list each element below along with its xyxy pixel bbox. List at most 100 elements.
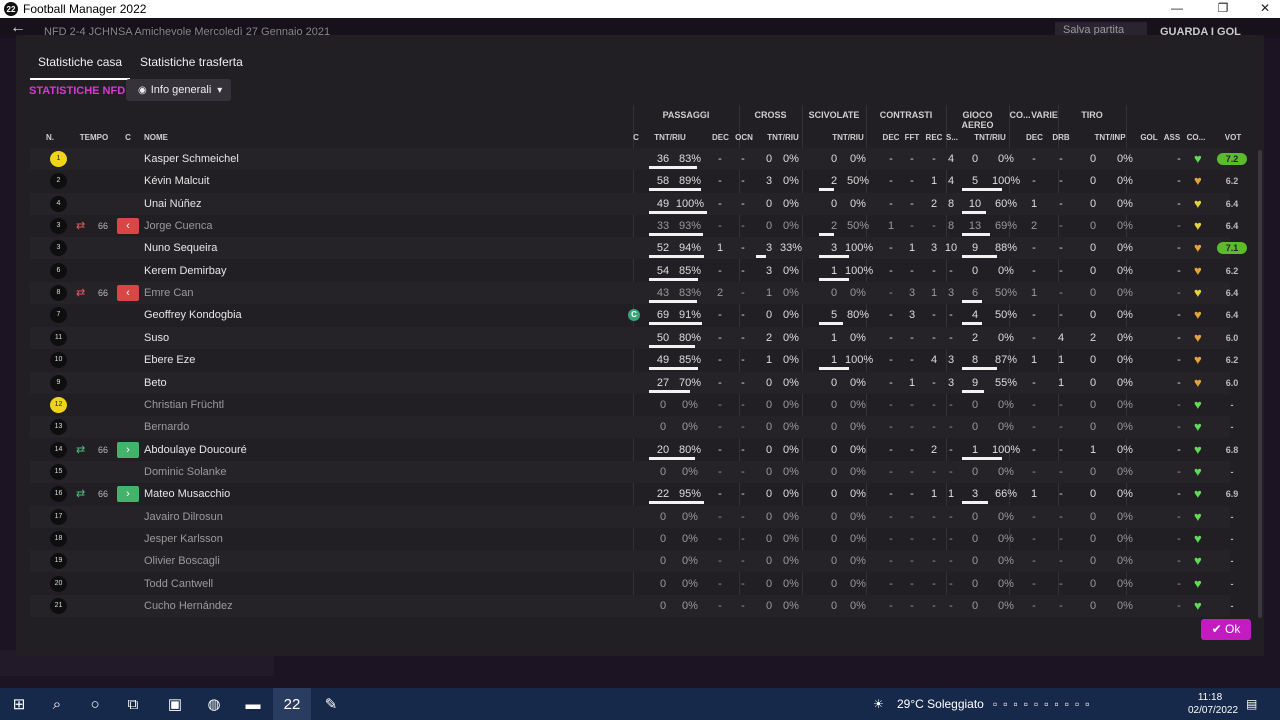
player-name[interactable]: Jorge Cuenca — [144, 215, 213, 237]
player-name[interactable]: Christian Früchtl — [144, 394, 224, 416]
section-title: STATISTICHE NFD — [29, 85, 126, 97]
player-row[interactable]: 3 Nuno Sequeira 52 94% 1 - 3 33% 3 100% - 1 3 10 9 88% -… — [30, 237, 1247, 260]
player-name[interactable]: Olivier Boscagli — [144, 550, 220, 572]
header-cross-att[interactable]: TNT/RIU — [755, 133, 811, 142]
player-name[interactable]: Cucho Hernández — [144, 595, 233, 617]
football-manager-taskbar-icon[interactable]: 22 — [273, 688, 311, 720]
player-row[interactable]: 7 Geoffrey Kondogbia C 69 91% - -0 0% 5 80% -3- -4 5… — [30, 304, 1238, 326]
header-contr-dec[interactable]: DEC — [880, 133, 902, 142]
player-name[interactable]: Jesper Karlsson — [144, 528, 223, 550]
player-name[interactable]: Ebere Eze — [144, 349, 195, 371]
file-explorer-icon[interactable]: ▬ — [234, 688, 272, 720]
header-dribbles[interactable]: DRB — [1050, 133, 1072, 142]
header-contr-s[interactable]: S... — [944, 133, 960, 142]
stat-ap: 50% — [994, 287, 1018, 300]
player-name[interactable]: Bernardo — [144, 416, 189, 438]
paint-icon[interactable]: ✎ — [312, 688, 350, 720]
player-row[interactable]: 12 Christian Früchtl 0 0% - -0 0% 0 0% - - - -0 0% - -0… — [30, 394, 1234, 416]
player-row[interactable]: 1 Kasper Schmeichel 36 83% - -0 0% 0 0% - - -4 0 0% - -… — [30, 148, 1247, 170]
stat-ct: 0 — [765, 555, 773, 568]
tray-icons[interactable]: ▫▫▫▫▫▫▫▫▫▫ — [993, 688, 1096, 720]
minimize-button[interactable]: — — [1162, 0, 1192, 18]
header-condition[interactable]: CO... — [1185, 133, 1207, 142]
stat-tp: 0% — [1117, 376, 1133, 389]
player-name[interactable]: Unai Núñez — [144, 193, 201, 215]
clock[interactable]: 11:18 02/07/2022 — [1188, 691, 1238, 717]
header-goals[interactable]: GOL — [1140, 133, 1158, 142]
header-contr-rec[interactable]: REC — [923, 133, 945, 142]
player-row[interactable]: 14 ⇄ 66 › Abdoulaye Doucouré 20 80% - -0 0% 0 0% - -2… — [30, 439, 1238, 461]
close-button[interactable]: ✕ — [1250, 0, 1280, 18]
header-number[interactable]: N. — [40, 133, 60, 142]
player-row[interactable]: 16 ⇄ 66 › Mateo Musacchio 22 95% - -0 0% 0 0% - -1 1 3 6… — [30, 483, 1238, 505]
player-name[interactable]: Todd Cantwell — [144, 573, 213, 595]
player-name[interactable]: Beto — [144, 372, 167, 394]
view-dropdown[interactable]: ◉ Info generali ▾ — [126, 79, 231, 101]
stat-at: 0 — [971, 465, 979, 478]
player-row[interactable]: 6 Kerem Demirbay 54 85% - -3 0% 1 100% - - - -0 0% - -0… — [30, 260, 1238, 282]
weather-sun-icon[interactable]: ☀ — [873, 688, 884, 720]
player-name[interactable]: Kasper Schmeichel — [144, 148, 239, 170]
header-c[interactable]: C — [120, 133, 136, 142]
player-row[interactable]: 17 Javairo Dilrosun 0 0% - -0 0% 0 0% - - - -0 0% - -0 0… — [30, 505, 1234, 528]
player-name[interactable]: Suso — [144, 327, 169, 349]
player-row[interactable]: 3 ⇄ 66 ‹ Jorge Cuenca 33 93% - -0 0% 2 50% 1- -8 13 69%… — [30, 215, 1238, 237]
player-row[interactable]: 19 Olivier Boscagli 0 0% - -0 0% 0 0% - - - -0 0% - -0 0… — [30, 550, 1234, 573]
maximize-button[interactable]: ❐ — [1208, 0, 1238, 18]
stat-tt: 0 — [1089, 197, 1097, 210]
task-view-icon[interactable]: ⧉ — [114, 688, 152, 720]
tab-away-stats[interactable]: Statistiche trasferta — [132, 55, 251, 80]
remote-desktop-icon[interactable]: ▣ — [156, 688, 194, 720]
player-row[interactable]: 2 Kévin Malcuit 58 89% - -3 0% 2 50% - -1 4 5 100% - -0… — [30, 170, 1238, 192]
header-contr-fft[interactable]: FFT — [902, 133, 922, 142]
header-time[interactable]: TEMPO — [74, 133, 114, 142]
player-name[interactable]: Geoffrey Kondogbia — [144, 304, 242, 326]
player-row[interactable]: 11 Suso 50 80% - -2 0% 1 0% - - - -2 0% -4 2 0% - ♥ 6.0 — [30, 326, 1238, 349]
stat-ocn: - — [741, 398, 745, 411]
header-shots[interactable]: TNT/INP — [1082, 133, 1138, 142]
header-pass-att[interactable]: TNT/RIU — [642, 133, 698, 142]
player-row[interactable]: 15 Dominic Solanke 0 0% - -0 0% 0 0% - - - -0 0% - -0 0%… — [30, 460, 1234, 483]
player-row[interactable]: 13 Bernardo 0 0% - -0 0% 0 0% - - - -0 0% - -0 0% - ♥ - — [30, 416, 1234, 439]
stat-sp: 0% — [850, 376, 866, 389]
stat-kd: - — [889, 510, 893, 523]
stat-ct: 3 — [765, 175, 773, 188]
weather-text[interactable]: 29°C Soleggiato — [897, 688, 984, 720]
player-name[interactable]: Kévin Malcuit — [144, 170, 209, 192]
header-pass-dec[interactable]: DEC — [712, 133, 729, 142]
header-assists[interactable]: ASS — [1162, 133, 1182, 142]
player-name[interactable]: Emre Can — [144, 282, 194, 304]
header-co-dec[interactable]: DEC — [1026, 133, 1043, 142]
player-row[interactable]: 20 Todd Cantwell 0 0% - -0 0% 0 0% - - - -0 0% - -0 0% - ♥… — [30, 573, 1234, 595]
header-captain[interactable]: C — [630, 133, 642, 142]
player-name[interactable]: Javairo Dilrosun — [144, 506, 223, 528]
header-pass-ocn[interactable]: OCN — [732, 133, 756, 142]
group-co: CO... — [1009, 110, 1031, 120]
player-name[interactable]: Nuno Sequeira — [144, 237, 217, 259]
header-name[interactable]: NOME — [144, 133, 168, 142]
stat-dec: - — [718, 153, 722, 165]
tab-home-stats[interactable]: Statistiche casa — [30, 55, 131, 80]
player-row[interactable]: 4 Unai Núñez 49 100% - -0 0% 0 0% - -2 8 10 60% 1-0 0% -… — [30, 192, 1238, 215]
player-name[interactable]: Abdoulaye Doucouré — [144, 439, 247, 461]
chrome-icon[interactable]: ◍ — [195, 688, 233, 720]
player-name[interactable]: Dominic Solanke — [144, 461, 227, 483]
cortana-icon[interactable]: ○ — [76, 688, 114, 720]
player-name[interactable]: Mateo Musacchio — [144, 483, 230, 505]
player-row[interactable]: 8 ⇄ 66 ‹ Emre Can 43 83% 2-1 0% 0 0% -3 1 3 6 50% 1-0 0% -… — [30, 282, 1238, 305]
header-tackle-att[interactable]: TNT/RIU — [820, 133, 876, 142]
notifications-icon[interactable]: ▤ — [1246, 688, 1257, 720]
stat-kr: - — [932, 465, 936, 478]
player-row[interactable]: 10 Ebere Eze 49 85% - -1 0% 1 100% - -4 3 8 87% 1 1 0 0% -… — [30, 349, 1238, 371]
stat-kr: - — [932, 376, 936, 389]
player-row[interactable]: 18 Jesper Karlsson 0 0% - -0 0% 0 0% - - - -0 0% - -0 0%… — [30, 528, 1234, 550]
player-name[interactable]: Kerem Demirbay — [144, 260, 227, 282]
table-scrollbar[interactable] — [1258, 150, 1262, 618]
header-aerial-att[interactable]: TNT/RIU — [960, 133, 1020, 142]
player-row[interactable]: 9 Beto 27 70% - -0 0% 0 0% -1-3 9 55% -1 0 0% - ♥ 6.0 — [30, 371, 1238, 394]
ok-button[interactable]: ✔ Ok — [1201, 619, 1251, 640]
start-windows-icon[interactable]: ⊞ — [0, 688, 38, 720]
header-rating[interactable]: VOT — [1218, 133, 1248, 142]
search-icon[interactable]: ⌕ — [38, 688, 76, 720]
player-row[interactable]: 21 Cucho Hernández 0 0% - - 0 0% 0 0% - - - - 0 0% - - 0 0%… — [30, 595, 1234, 617]
